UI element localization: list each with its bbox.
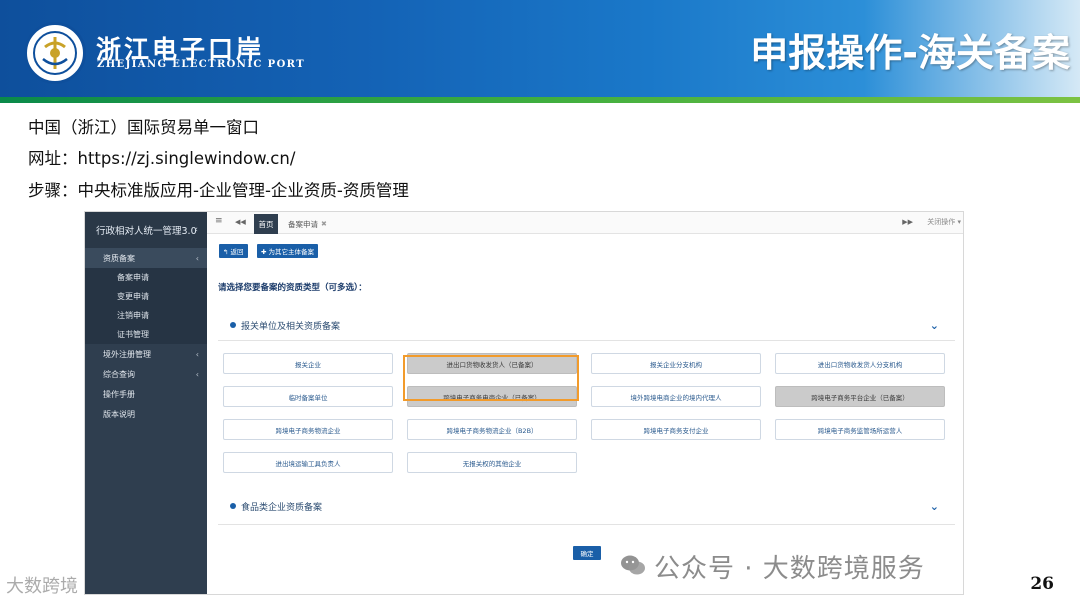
sidebar-subitem-change-apply[interactable]: 变更申请 — [85, 287, 207, 306]
section-food-filing[interactable]: 食品类企业资质备案 ⌄ — [218, 492, 955, 520]
close-operations-menu[interactable]: 关闭操作 ▾ — [927, 217, 961, 227]
sidebar-title[interactable]: 行政相对人统一管理3.0 ‹ — [85, 212, 207, 248]
section-divider — [218, 340, 955, 341]
sidebar-title-label: 行政相对人统一管理3.0 — [96, 226, 197, 237]
scroll-back-icon[interactable]: ◀◀ — [235, 218, 246, 226]
sidebar-item-label: 资质备案 — [103, 253, 135, 263]
tab-bar: ≡ ◀◀ 首页 备案申请 ✖ ▶▶ 关闭操作 ▾ — [207, 212, 963, 234]
option-no-declaration-right[interactable]: 无报关权的其他企业 — [407, 452, 577, 473]
sidebar-subitem-certificate[interactable]: 证书管理 — [85, 325, 207, 344]
section-divider — [218, 524, 955, 525]
info-line-url: 网址：https://zj.singlewindow.cn/ — [28, 149, 296, 168]
app-main: ≡ ◀◀ 首页 备案申请 ✖ ▶▶ 关闭操作 ▾ ↰ 返回 ✚ 为其它主体备案 … — [207, 212, 963, 594]
chevron-left-icon: ‹ — [195, 253, 199, 263]
option-customs-broker[interactable]: 报关企业 — [223, 353, 393, 374]
tab-label: 备案申请 — [288, 219, 318, 229]
option-consignee-branch[interactable]: 进出口货物收发货人分支机构 — [775, 353, 945, 374]
wechat-icon — [621, 555, 645, 575]
brand-name-en: ZHEJIANG ELECTRONIC PORT — [97, 59, 306, 70]
section-customs-filing[interactable]: 报关单位及相关资质备案 ⌄ — [218, 311, 955, 339]
sidebar-subitem-cancel-apply[interactable]: 注销申请 — [85, 306, 207, 325]
close-tab-icon[interactable]: ✖ — [321, 220, 327, 228]
chevron-left-icon: ‹ — [195, 369, 199, 379]
info-line-platform: 中国（浙江）国际贸易单一窗口 — [28, 118, 259, 137]
option-temporary-unit[interactable]: 临时备案单位 — [223, 386, 393, 407]
app-screenshot: 行政相对人统一管理3.0 ‹ 资质备案 ‹ 备案申请 变更申请 注销申请 证书管… — [84, 211, 964, 595]
customs-emblem-icon — [33, 31, 77, 75]
sidebar-item-qualification-filing[interactable]: 资质备案 ‹ — [85, 248, 207, 268]
option-transport-operator[interactable]: 进出境运输工具负责人 — [223, 452, 393, 473]
other-subject-filing-button[interactable]: ✚ 为其它主体备案 — [257, 244, 319, 258]
sidebar-item-label: 操作手册 — [103, 389, 135, 399]
slide: 浙江电子口岸 ZHEJIANG ELECTRONIC PORT 申报操作-海关备… — [0, 0, 1080, 608]
section-title: 报关单位及相关资质备案 — [241, 321, 341, 332]
page-number: 26 — [1030, 574, 1054, 594]
slide-title: 申报操作-海关备案 — [750, 31, 1070, 75]
app-sidebar: 行政相对人统一管理3.0 ‹ 资质备案 ‹ 备案申请 变更申请 注销申请 证书管… — [85, 212, 207, 594]
option-overseas-cbec-agent[interactable]: 境外跨境电商企业的境内代理人 — [591, 386, 761, 407]
bullet-dot-icon — [230, 322, 236, 328]
bullet-dot-icon — [230, 503, 236, 509]
collapse-chevron-icon[interactable]: ‹ — [194, 225, 198, 235]
sidebar-item-version[interactable]: 版本说明 — [85, 404, 207, 424]
confirm-button[interactable]: 确定 — [573, 546, 601, 560]
watermark-text: 公众号 · 大数跨境服务 — [654, 554, 925, 584]
back-button[interactable]: ↰ 返回 — [219, 244, 248, 258]
sidebar-item-label: 综合查询 — [103, 369, 135, 379]
option-cbec-logistics-b2b[interactable]: 跨境电子商务物流企业（B2B） — [407, 419, 577, 440]
watermark-left: 大数跨境 — [6, 576, 78, 597]
chevron-down-icon[interactable]: ⌄ — [930, 500, 939, 513]
brand-logo-icon — [24, 22, 86, 84]
qualification-question: 请选择您要备案的资质类型（可多选）： — [218, 283, 367, 293]
sidebar-item-overseas-registration[interactable]: 境外注册管理 ‹ — [85, 344, 207, 364]
option-cbec-platform[interactable]: 跨境电子商务平台企业（已备案） — [775, 386, 945, 407]
tab-filing-apply[interactable]: 备案申请 ✖ — [284, 214, 331, 234]
banner-stripe — [0, 97, 1080, 103]
chevron-down-icon[interactable]: ⌄ — [930, 319, 939, 332]
section-title: 食品类企业资质备案 — [241, 502, 323, 513]
sidebar-subitem-filing-apply[interactable]: 备案申请 — [85, 268, 207, 287]
sidebar-item-label: 版本说明 — [103, 409, 135, 419]
option-cbec-supervision-site[interactable]: 跨境电子商务监管场所运营人 — [775, 419, 945, 440]
option-cbec-payment[interactable]: 跨境电子商务支付企业 — [591, 419, 761, 440]
sidebar-item-query[interactable]: 综合查询 ‹ — [85, 364, 207, 384]
scroll-forward-icon[interactable]: ▶▶ — [902, 218, 913, 226]
chevron-left-icon: ‹ — [195, 349, 199, 359]
option-cbec-logistics[interactable]: 跨境电子商务物流企业 — [223, 419, 393, 440]
tab-home[interactable]: 首页 — [254, 214, 278, 234]
sidebar-item-label: 境外注册管理 — [103, 349, 151, 359]
info-line-steps: 步骤：中央标准版应用-企业管理-企业资质-资质管理 — [28, 181, 409, 200]
sidebar-item-manual[interactable]: 操作手册 — [85, 384, 207, 404]
menu-icon[interactable]: ≡ — [215, 216, 223, 226]
option-broker-branch[interactable]: 报关企业分支机构 — [591, 353, 761, 374]
highlight-box — [403, 355, 579, 401]
